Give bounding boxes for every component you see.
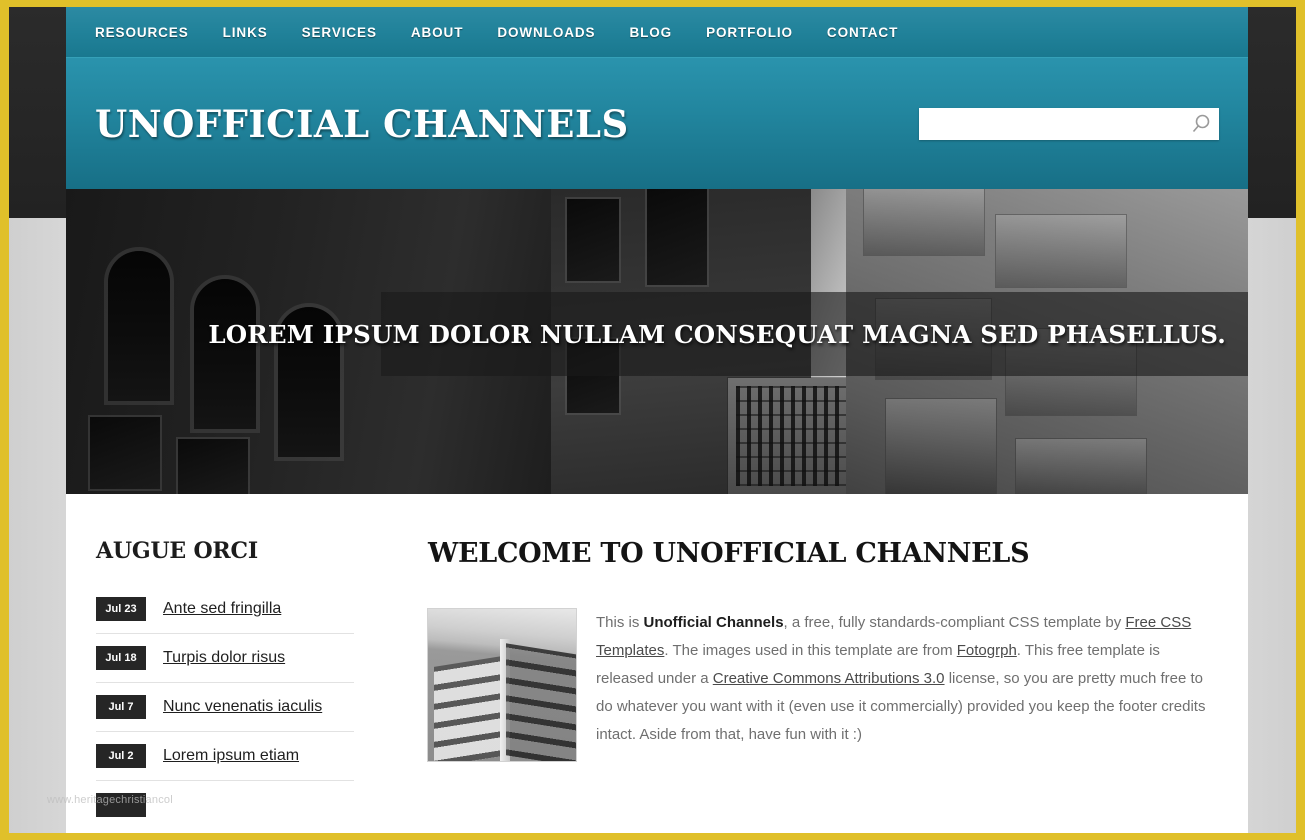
page-frame: RESOURCES LINKS SERVICES ABOUT DOWNLOADS…: [0, 0, 1305, 840]
brand-name: Unofficial Channels: [643, 614, 784, 631]
news-link[interactable]: Ante sed fringilla: [163, 600, 281, 618]
nav-item-contact[interactable]: CONTACT: [827, 25, 898, 40]
nav-item-portfolio[interactable]: PORTFOLIO: [706, 25, 793, 40]
para-text-3: . The images used in this template are f…: [664, 642, 957, 659]
list-item[interactable]: Jul 18 Turpis dolor risus: [96, 646, 354, 683]
main-column: WELCOME TO UNOFFICIAL CHANNELS This is U…: [378, 538, 1216, 833]
site-shell: RESOURCES LINKS SERVICES ABOUT DOWNLOADS…: [66, 7, 1248, 833]
search-input[interactable]: [919, 108, 1185, 140]
main-navigation: RESOURCES LINKS SERVICES ABOUT DOWNLOADS…: [66, 7, 1248, 58]
nav-item-services[interactable]: SERVICES: [302, 25, 377, 40]
site-header: UNOFFICIAL CHANNELS: [66, 58, 1248, 189]
search-box: [919, 108, 1219, 140]
content-area: AUGUE ORCI Jul 23 Ante sed fringilla Jul…: [66, 494, 1248, 833]
news-date-badge: Jul 18: [96, 646, 146, 670]
news-link[interactable]: Nunc venenatis iaculis: [163, 698, 322, 716]
news-link[interactable]: Turpis dolor risus: [163, 649, 285, 667]
link-creative-commons[interactable]: Creative Commons Attributions 3.0: [713, 670, 945, 687]
page-title: WELCOME TO UNOFFICIAL CHANNELS: [428, 538, 1030, 569]
list-item[interactable]: [96, 793, 354, 829]
sidebar: AUGUE ORCI Jul 23 Ante sed fringilla Jul…: [96, 538, 378, 833]
nav-item-links[interactable]: LINKS: [223, 25, 268, 40]
news-date-badge: Jul 23: [96, 597, 146, 621]
main-body: This is Unofficial Channels, a free, ful…: [428, 609, 1216, 761]
sidebar-title: AUGUE ORCI: [96, 538, 258, 564]
news-date-badge: Jul 2: [96, 744, 146, 768]
intro-paragraph: This is Unofficial Channels, a free, ful…: [596, 609, 1216, 761]
list-item[interactable]: Jul 7 Nunc venenatis iaculis: [96, 695, 354, 732]
site-logo[interactable]: UNOFFICIAL CHANNELS: [95, 102, 629, 146]
hero-banner: LOREM IPSUM DOLOR NULLAM CONSEQUAT MAGNA…: [66, 189, 1248, 494]
article-thumbnail: [428, 609, 576, 761]
news-link[interactable]: Lorem ipsum etiam: [163, 747, 299, 765]
nav-item-about[interactable]: ABOUT: [411, 25, 464, 40]
news-date-badge: [96, 793, 146, 817]
search-icon[interactable]: [1185, 108, 1219, 140]
para-text-2: , a free, fully standards-compliant CSS …: [783, 614, 1126, 631]
nav-item-blog[interactable]: BLOG: [629, 25, 672, 40]
list-item[interactable]: Jul 2 Lorem ipsum etiam: [96, 744, 354, 781]
link-fotogrph[interactable]: Fotogrph: [957, 642, 1017, 659]
hero-caption: LOREM IPSUM DOLOR NULLAM CONSEQUAT MAGNA…: [208, 292, 1248, 376]
hero-caption-text: LOREM IPSUM DOLOR NULLAM CONSEQUAT MAGNA…: [208, 319, 1226, 349]
nav-item-downloads[interactable]: DOWNLOADS: [497, 25, 595, 40]
para-text-1: This is: [596, 614, 644, 631]
nav-item-resources[interactable]: RESOURCES: [95, 25, 189, 40]
list-item[interactable]: Jul 23 Ante sed fringilla: [96, 597, 354, 634]
news-date-badge: Jul 7: [96, 695, 146, 719]
